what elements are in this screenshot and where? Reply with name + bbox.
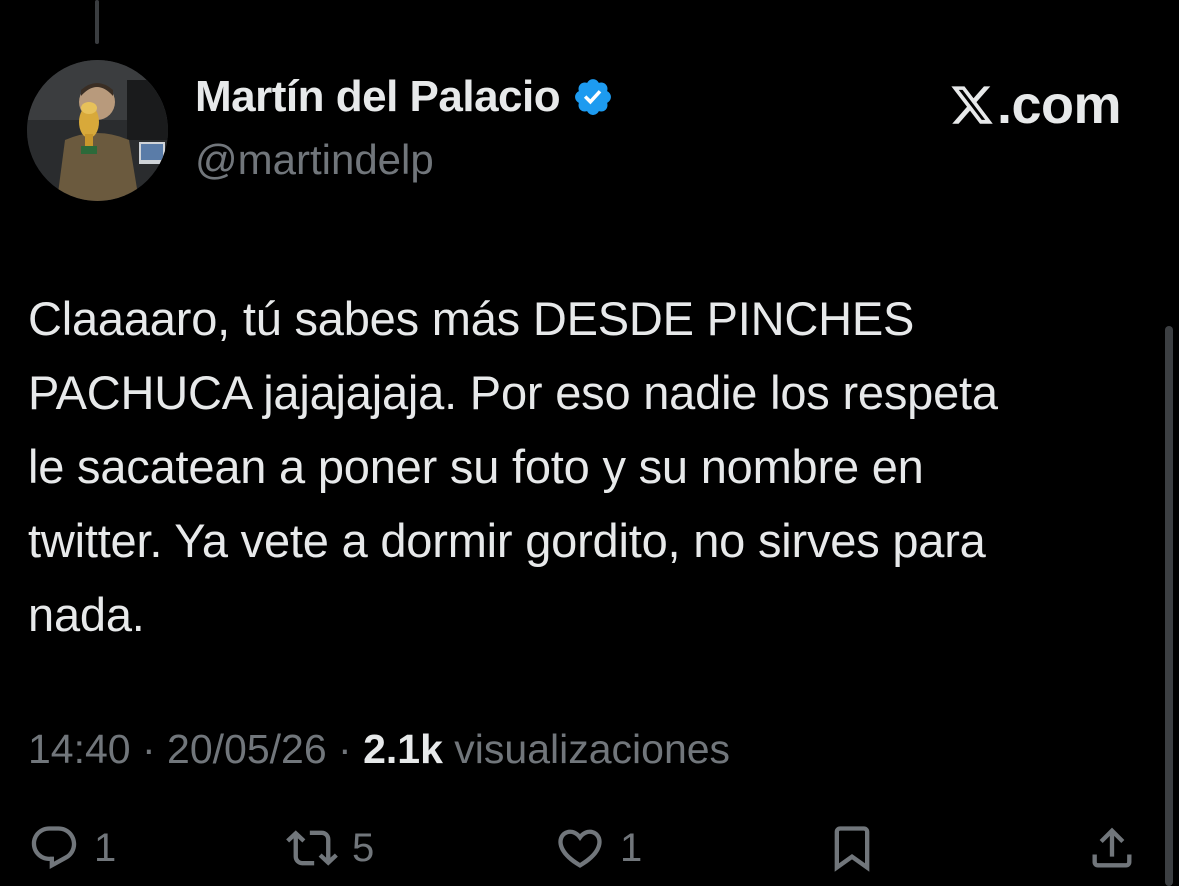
scrollbar[interactable] — [1165, 326, 1173, 886]
tweet-meta: 14:40 · 20/05/26 · 2.1k visualizaciones — [28, 726, 730, 773]
share-icon — [1086, 822, 1138, 874]
tweet-text: Claaaaro, tú sabes más DESDE PINCHES PAC… — [28, 292, 998, 641]
share-button[interactable] — [1086, 822, 1138, 874]
x-com-logo: .com — [949, 74, 1122, 136]
x-logo-icon — [949, 82, 995, 128]
tweet-time[interactable]: 14:40 — [28, 726, 131, 772]
views-label: visualizaciones — [442, 726, 731, 772]
thread-connector-line — [95, 0, 99, 44]
avatar[interactable] — [27, 60, 168, 201]
verified-badge-icon — [572, 76, 614, 118]
x-com-logo-text: .com — [996, 75, 1122, 135]
meta-separator: · — [130, 726, 168, 772]
author-handle[interactable]: @martindelp — [195, 136, 434, 184]
views-count[interactable]: 2.1k — [363, 726, 443, 772]
retweet-icon — [286, 822, 338, 874]
reply-button[interactable]: 1 — [28, 822, 116, 874]
author-name-row: Martín del Palacio — [195, 72, 614, 122]
meta-separator: · — [326, 726, 364, 772]
tweet-date[interactable]: 20/05/26 — [167, 726, 327, 772]
bookmark-button[interactable] — [826, 822, 878, 874]
heart-icon — [554, 822, 606, 874]
reply-icon — [28, 822, 80, 874]
retweet-button[interactable]: 5 — [286, 822, 374, 874]
bookmark-icon — [826, 822, 878, 874]
reply-count: 1 — [94, 825, 117, 870]
like-button[interactable]: 1 — [554, 822, 642, 874]
like-count: 1 — [620, 825, 643, 870]
avatar-photo — [27, 60, 168, 201]
author-display-name[interactable]: Martín del Palacio — [195, 72, 561, 122]
tweet-action-bar: 1 5 1 — [0, 822, 1179, 882]
retweet-count: 5 — [352, 825, 375, 870]
